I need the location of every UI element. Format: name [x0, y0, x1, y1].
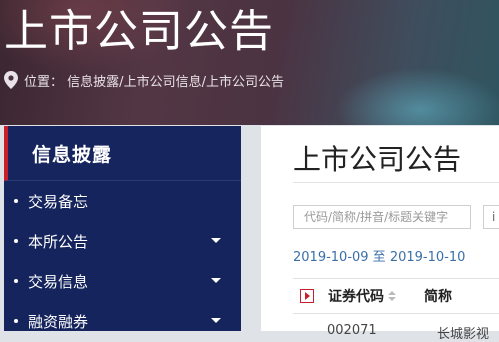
bullet-icon	[14, 319, 18, 323]
sidebar: 信息披露 交易备忘 本所公告 交易信息 融资融券	[4, 126, 241, 331]
divider	[293, 182, 499, 183]
location-pin-icon	[4, 71, 18, 89]
table-row[interactable]: 002071 长城影视	[293, 323, 499, 342]
sidebar-item-label: 交易备忘	[28, 192, 89, 211]
search-input[interactable]	[293, 205, 471, 229]
breadcrumb-item-announcements[interactable]: 上市公司公告	[206, 75, 284, 90]
column-header-code[interactable]: 证券代码	[328, 286, 384, 306]
main-content: 上市公司公告 i 2019-10-09 至 2019-10-10 证券代码 简称…	[261, 126, 499, 342]
page-title: 上市公司公告	[293, 143, 462, 176]
sidebar-title: 信息披露	[32, 143, 113, 166]
sidebar-header[interactable]: 信息披露	[4, 126, 241, 181]
header-banner: 上市公司公告 位置： 信息披露/上市公司信息/上市公司公告	[0, 0, 499, 125]
sidebar-item-label: 交易信息	[28, 272, 89, 291]
bullet-icon	[14, 199, 18, 203]
search-button[interactable]: i	[483, 205, 499, 229]
sidebar-item-trading-memo[interactable]: 交易备忘	[4, 181, 241, 221]
date-range[interactable]: 2019-10-09 至 2019-10-10	[293, 246, 465, 265]
sidebar-item-label: 融资融券	[28, 312, 89, 331]
search-button-label: i	[492, 210, 496, 224]
sidebar-item-trading-info[interactable]: 交易信息	[4, 261, 241, 301]
expand-toggle-icon[interactable]	[300, 289, 314, 303]
page-banner-title: 上市公司公告	[4, 6, 274, 57]
sidebar-item-label: 本所公告	[28, 232, 89, 251]
chevron-down-icon[interactable]	[211, 318, 221, 323]
cell-name: 长城影视	[437, 327, 490, 342]
bullet-icon	[14, 279, 18, 283]
chevron-down-icon[interactable]	[211, 238, 221, 243]
breadcrumb: 位置： 信息披露/上市公司信息/上市公司公告	[4, 70, 284, 90]
bullet-icon	[14, 239, 18, 243]
breadcrumb-item-info-disclosure[interactable]: 信息披露	[67, 75, 119, 90]
column-header-name: 简称	[424, 289, 452, 305]
cell-code: 002071	[327, 323, 377, 338]
table-header: 证券代码 简称	[293, 278, 499, 314]
sidebar-item-margin-trading[interactable]: 融资融券	[4, 301, 241, 341]
sidebar-item-exchange-notices[interactable]: 本所公告	[4, 221, 241, 261]
chevron-down-icon[interactable]	[211, 278, 221, 283]
breadcrumb-item-company-info[interactable]: 上市公司信息	[124, 75, 202, 90]
sort-icon[interactable]	[388, 291, 396, 301]
breadcrumb-prefix: 位置：	[24, 74, 64, 90]
